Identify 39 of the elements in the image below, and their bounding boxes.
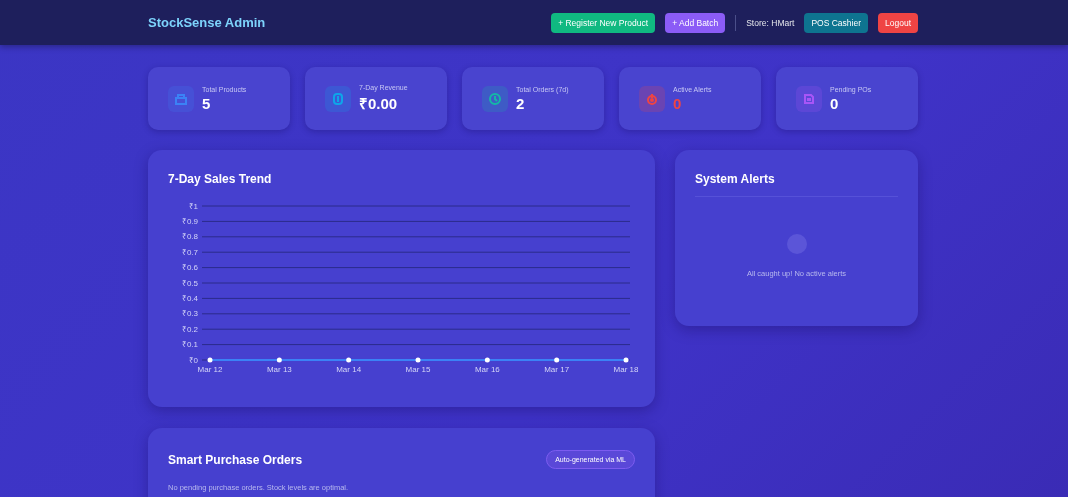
stat-value: ₹0.00 bbox=[359, 94, 399, 113]
x-tick-label: Mar 16 bbox=[474, 365, 500, 374]
x-tick-label: Mar 12 bbox=[197, 365, 223, 374]
y-tick-label: ₹0.7 bbox=[181, 247, 198, 257]
y-tick-label: ₹0.6 bbox=[181, 263, 198, 273]
action-button[interactable]: + Register New Product bbox=[551, 12, 656, 33]
y-tick-label: ₹0.5 bbox=[181, 278, 198, 288]
y-tick-label: ₹0.1 bbox=[181, 340, 198, 350]
y-tick-label: ₹0.3 bbox=[181, 309, 198, 319]
y-tick-label: ₹0.9 bbox=[181, 216, 198, 226]
data-point bbox=[484, 357, 490, 363]
stat-value: 2 bbox=[516, 94, 526, 112]
data-point bbox=[207, 357, 213, 363]
data-point bbox=[554, 357, 560, 363]
card-title: Smart Purchase Orders bbox=[168, 452, 303, 467]
y-tick-label: ₹0.4 bbox=[181, 293, 198, 303]
data-point bbox=[346, 357, 352, 363]
y-tick-label: ₹0 bbox=[188, 355, 198, 365]
brand-title: StockSense Admin bbox=[148, 15, 266, 30]
data-point bbox=[415, 357, 421, 363]
data-point bbox=[276, 357, 282, 363]
action-button[interactable]: + Add Batch bbox=[665, 12, 726, 33]
data-point bbox=[623, 357, 629, 363]
y-tick-label: ₹1 bbox=[188, 201, 198, 211]
y-tick-label: ₹0.8 bbox=[181, 232, 198, 242]
x-tick-label: Mar 15 bbox=[405, 365, 431, 374]
stat-value: 0 bbox=[830, 94, 840, 112]
x-tick-label: Mar 13 bbox=[266, 365, 292, 374]
y-tick-label: ₹0.2 bbox=[181, 324, 198, 334]
store-label: Store: HMart bbox=[746, 17, 795, 28]
nav-button[interactable]: POS Cashier bbox=[804, 12, 868, 33]
stat-value: 0 bbox=[673, 94, 683, 112]
x-tick-label: Mar 17 bbox=[544, 365, 570, 374]
card-title: System Alerts bbox=[695, 172, 898, 197]
x-tick-label: Mar 18 bbox=[613, 365, 638, 374]
stat-value: 5 bbox=[202, 94, 212, 112]
card-title: 7-Day Sales Trend bbox=[168, 172, 273, 186]
nav-button[interactable]: Logout bbox=[878, 12, 918, 33]
x-tick-label: Mar 14 bbox=[336, 365, 362, 374]
